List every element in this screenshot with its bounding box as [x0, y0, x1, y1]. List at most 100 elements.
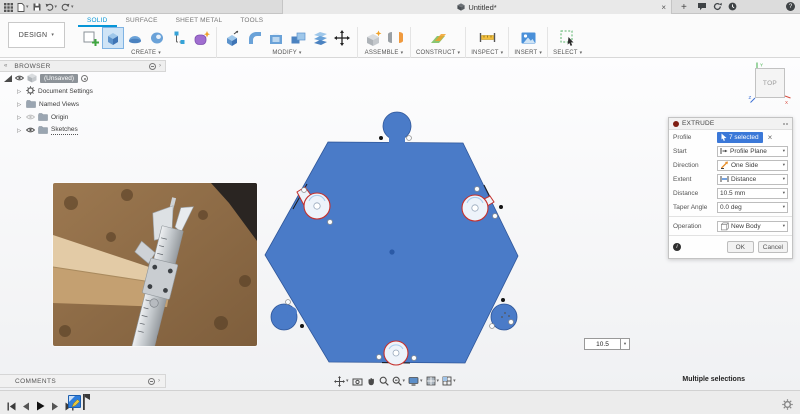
collapse-panel-icon[interactable]: «: [4, 63, 7, 69]
profile-selection-chip[interactable]: 7 selected: [717, 132, 763, 143]
ok-button[interactable]: OK: [727, 241, 754, 253]
distance-input-caret-icon[interactable]: ▾: [621, 338, 630, 350]
create-sketch-icon[interactable]: [81, 28, 101, 48]
distance-input[interactable]: [584, 338, 621, 350]
browser-title: BROWSER: [14, 63, 146, 70]
document-tab[interactable]: Untitled* ×: [282, 0, 672, 14]
info-icon[interactable]: i: [673, 243, 681, 251]
extent-dropdown[interactable]: Distance ▾: [717, 174, 788, 185]
combine-icon[interactable]: [288, 28, 308, 48]
extrude-icon[interactable]: [103, 28, 123, 48]
redo-icon[interactable]: ▾: [61, 3, 74, 11]
hide-comments-icon[interactable]: [148, 378, 155, 385]
taper-angle-field[interactable]: 0.0 deg ▾: [717, 202, 788, 213]
start-dropdown[interactable]: Profile Plane ▾: [717, 146, 788, 157]
visibility-eye-dim-icon[interactable]: [26, 114, 35, 122]
axis-x-label: X: [785, 100, 788, 105]
timeline-position-marker[interactable]: [81, 393, 90, 414]
tab-solid[interactable]: SOLID: [78, 14, 117, 27]
zoom-icon[interactable]: [379, 376, 389, 386]
workspace-selector[interactable]: DESIGN ▾: [8, 22, 65, 48]
create-menu[interactable]: CREATE▾: [131, 50, 161, 56]
operation-row: Operation New Body ▾: [669, 219, 792, 233]
browser-item-sketches[interactable]: ▷ Sketches: [0, 124, 166, 137]
joint-icon[interactable]: [385, 28, 405, 48]
look-at-icon[interactable]: [352, 377, 363, 386]
notifications-clock-icon[interactable]: [728, 0, 737, 16]
file-menu-icon[interactable]: ▾: [17, 3, 29, 12]
select-menu[interactable]: SELECT▾: [553, 50, 582, 56]
comments-chevron-icon[interactable]: ›: [158, 378, 160, 384]
root-document-name[interactable]: (Unsaved): [40, 74, 78, 83]
bottom-notch[interactable]: [384, 341, 408, 365]
activate-component-icon[interactable]: [81, 75, 88, 82]
visibility-eye-icon[interactable]: [26, 127, 35, 135]
sweep-icon[interactable]: [147, 28, 167, 48]
browser-root-row[interactable]: (Unsaved): [0, 72, 166, 85]
timeline-bar: [0, 390, 800, 414]
viewcube-top-face[interactable]: TOP: [755, 68, 785, 98]
create-form-icon[interactable]: [191, 28, 211, 48]
distance-value-field[interactable]: 10.5 mm ▾: [717, 188, 788, 199]
browser-item-document-settings[interactable]: ▷ Document Settings: [0, 85, 166, 98]
cancel-button[interactable]: Cancel: [758, 241, 788, 253]
hexagon-body[interactable]: [255, 110, 530, 376]
save-icon[interactable]: [33, 3, 41, 11]
dialog-grip-icon[interactable]: [783, 123, 788, 125]
browser-header[interactable]: « BROWSER ›: [0, 60, 166, 72]
tab-tools[interactable]: TOOLS: [231, 14, 272, 27]
insert-menu[interactable]: INSERT▾: [514, 50, 542, 56]
browser-item-named-views[interactable]: ▷ Named Views: [0, 98, 166, 111]
operation-dropdown[interactable]: New Body ▾: [717, 221, 788, 232]
timeline-play-icon[interactable]: [36, 398, 45, 414]
orbit-icon[interactable]: ▾: [334, 376, 349, 387]
extrude-dialog-header[interactable]: EXTRUDE: [669, 118, 792, 130]
offset-faces-icon[interactable]: [310, 28, 330, 48]
clear-selection-icon[interactable]: ×: [768, 133, 773, 142]
new-tab-icon[interactable]: +: [681, 0, 687, 14]
assemble-menu[interactable]: ASSEMBLE▾: [365, 50, 404, 56]
grid-snaps-icon[interactable]: ▾: [426, 376, 440, 386]
modify-menu[interactable]: MODIFY▾: [272, 50, 301, 56]
timeline-settings-gear-icon[interactable]: [782, 397, 793, 414]
timeline-sketch-feature[interactable]: [68, 395, 81, 408]
revolve-icon[interactable]: [125, 28, 145, 48]
pan-hand-icon[interactable]: [366, 376, 376, 386]
undo-icon[interactable]: ▾: [45, 3, 58, 11]
viewports-icon[interactable]: ▾: [442, 376, 456, 386]
hide-panel-icon[interactable]: [149, 63, 156, 70]
press-pull-icon[interactable]: [222, 28, 242, 48]
construct-plane-icon[interactable]: [428, 28, 448, 48]
select-icon[interactable]: [558, 28, 578, 48]
sync-icon[interactable]: [713, 0, 722, 16]
construct-menu[interactable]: CONSTRUCT▾: [416, 50, 460, 56]
two-point-icon[interactable]: [169, 28, 189, 48]
component-filter-icon[interactable]: [4, 74, 12, 84]
measure-icon[interactable]: [477, 28, 497, 48]
inspect-menu[interactable]: INSPECT▾: [471, 50, 503, 56]
comments-panel-header[interactable]: COMMENTS ›: [0, 374, 166, 388]
timeline-step-back-icon[interactable]: [22, 398, 30, 414]
close-tab-icon[interactable]: ×: [661, 0, 666, 14]
axis-y-label: Y: [760, 63, 763, 68]
fillet-icon[interactable]: [244, 28, 264, 48]
new-component-icon[interactable]: [363, 28, 383, 48]
move-icon[interactable]: [332, 28, 352, 48]
display-settings-icon[interactable]: ▾: [408, 376, 423, 386]
viewcube[interactable]: Y X Z TOP: [748, 61, 792, 105]
browser-item-origin[interactable]: ▷ Origin: [0, 111, 166, 124]
timeline-go-to-start-icon[interactable]: [7, 398, 16, 414]
panel-chevron-icon[interactable]: ›: [159, 63, 161, 69]
insert-image-icon[interactable]: [518, 28, 538, 48]
tab-sheet-metal[interactable]: SHEET METAL: [167, 14, 232, 27]
zoom-window-icon[interactable]: ▾: [392, 376, 406, 386]
lower-right-bump[interactable]: [491, 304, 517, 330]
tab-surface[interactable]: SURFACE: [117, 14, 167, 27]
visibility-eye-icon[interactable]: [15, 75, 24, 83]
direction-dropdown[interactable]: One Side ▾: [717, 160, 788, 171]
timeline-step-forward-icon[interactable]: [51, 398, 59, 414]
shell-icon[interactable]: [266, 28, 286, 48]
comments-icon[interactable]: [697, 0, 707, 16]
help-icon[interactable]: ?: [786, 2, 795, 11]
app-menu-icon[interactable]: [4, 3, 13, 12]
